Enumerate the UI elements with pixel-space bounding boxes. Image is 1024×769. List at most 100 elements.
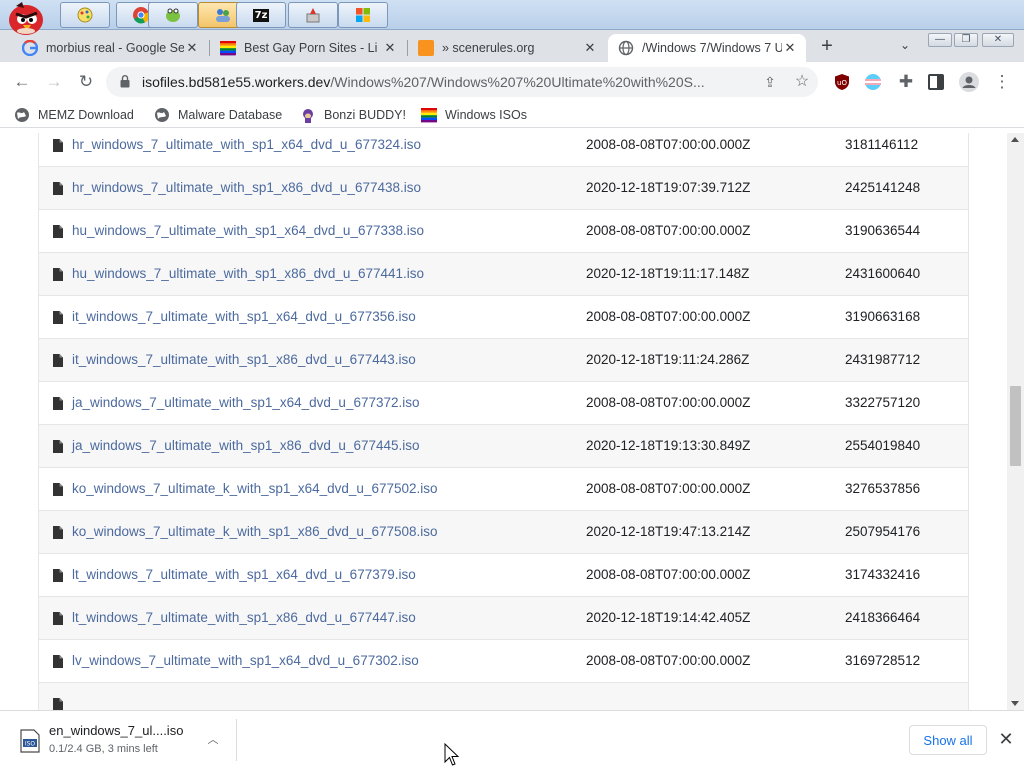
extensions-puzzle-icon[interactable]: ✚: [896, 72, 916, 92]
tab-scenerules[interactable]: » scenerules.org ✕: [408, 34, 606, 62]
lock-icon[interactable]: [120, 75, 130, 88]
file-icon: [53, 655, 63, 668]
people-icon: [216, 9, 230, 22]
profile-avatar-icon[interactable]: [959, 72, 979, 92]
iso-file-icon: ISO: [20, 729, 40, 753]
file-date: 2008-08-08T07:00:00.000Z: [586, 653, 751, 668]
taskbar-button-paint[interactable]: [60, 2, 110, 28]
scroll-thumb[interactable]: [1010, 386, 1021, 466]
file-date: 2020-12-18T19:11:24.286Z: [586, 352, 750, 367]
7zip-icon: 7z: [252, 8, 270, 22]
file-link[interactable]: ko_windows_7_ultimate_k_with_sp1_x64_dvd…: [72, 481, 438, 496]
file-link[interactable]: it_windows_7_ultimate_with_sp1_x64_dvd_u…: [72, 309, 416, 324]
scroll-down-arrow-icon[interactable]: [1011, 701, 1019, 706]
file-date: 2008-08-08T07:00:00.000Z: [586, 481, 751, 496]
tab-strip: morbius real - Google Search ✕ Best Gay …: [0, 30, 1024, 62]
ublock-icon[interactable]: uO: [833, 73, 851, 91]
download-item[interactable]: ISO en_windows_7_ul....iso 0.1/2.4 GB, 3…: [8, 717, 236, 763]
table-row: it_windows_7_ultimate_with_sp1_x86_dvd_u…: [39, 339, 968, 382]
file-icon: [53, 225, 63, 238]
table-row: lv_windows_7_ultimate_with_sp1_x64_dvd_u…: [39, 640, 968, 683]
tab-morbius[interactable]: morbius real - Google Search ✕: [12, 34, 208, 62]
bookmark-bonzi[interactable]: Bonzi BUDDY!: [300, 106, 406, 124]
taskbar-button-7zip[interactable]: 7z: [236, 2, 286, 28]
file-icon: [53, 354, 63, 367]
taskbar-button-cleaner[interactable]: [288, 2, 338, 28]
file-link[interactable]: lt_windows_7_ultimate_with_sp1_x86_dvd_u…: [72, 610, 416, 625]
file-link[interactable]: ja_windows_7_ultimate_with_sp1_x86_dvd_u…: [72, 438, 420, 453]
tab-close-icon[interactable]: ✕: [582, 40, 598, 56]
file-icon: [53, 268, 63, 281]
file-icon: [53, 440, 63, 453]
trans-flag-extension-icon[interactable]: [864, 73, 882, 91]
scroll-up-arrow-icon[interactable]: [1011, 137, 1019, 142]
table-row: lt_windows_7_ultimate_with_sp1_x64_dvd_u…: [39, 554, 968, 597]
taskbar-button-windows[interactable]: [338, 2, 388, 28]
bookmark-windows-isos[interactable]: Windows ISOs: [421, 106, 527, 124]
file-size: 2425141248: [845, 180, 921, 195]
file-size: 3276537856: [845, 481, 921, 496]
address-bar[interactable]: isofiles.bd581e55.workers.dev/Windows%20…: [106, 67, 818, 97]
file-size: 2431600640: [845, 266, 921, 281]
file-size: 3190636544: [845, 223, 921, 238]
menu-kebab-icon[interactable]: ⋮: [992, 72, 1012, 92]
taskbar-button-frog[interactable]: [148, 2, 198, 28]
file-link[interactable]: hu_windows_7_ultimate_with_sp1_x64_dvd_u…: [72, 223, 424, 238]
file-link[interactable]: hr_windows_7_ultimate_with_sp1_x86_dvd_u…: [72, 180, 421, 195]
reload-icon[interactable]: ↻: [76, 72, 96, 92]
file-date: 2008-08-08T07:00:00.000Z: [586, 567, 751, 582]
table-row: hr_windows_7_ultimate_with_sp1_x86_dvd_u…: [39, 167, 968, 210]
file-date: 2020-12-18T19:14:42.405Z: [586, 610, 751, 625]
share-icon[interactable]: ⇪: [760, 72, 780, 92]
minimize-button[interactable]: —: [928, 33, 952, 47]
tab-title: morbius real - Google Search: [46, 41, 184, 55]
tab-search-chevron-icon[interactable]: ⌄: [896, 38, 914, 56]
file-size: 3190663168: [845, 309, 921, 324]
download-filename: en_windows_7_ul....iso: [49, 723, 184, 738]
tab-windows7[interactable]: /Windows 7/Windows 7 Ultimate ✕: [608, 34, 806, 62]
show-all-button[interactable]: Show all: [909, 725, 987, 755]
forward-icon[interactable]: →: [44, 72, 64, 92]
tab-close-icon[interactable]: ✕: [782, 40, 798, 56]
file-size: 2507954176: [845, 524, 921, 539]
bookmark-memz[interactable]: MEMZ Download: [14, 106, 134, 124]
file-link[interactable]: lv_windows_7_ultimate_with_sp1_x64_dvd_u…: [72, 653, 419, 668]
chevron-up-icon[interactable]: ︿: [206, 731, 220, 746]
file-icon: [53, 311, 63, 324]
file-date: 2020-12-18T19:07:39.712Z: [586, 180, 751, 195]
close-window-button[interactable]: ✕: [982, 33, 1014, 47]
file-link[interactable]: ja_windows_7_ultimate_with_sp1_x64_dvd_u…: [72, 395, 420, 410]
new-tab-button[interactable]: +: [816, 36, 838, 58]
globe-icon: [155, 108, 169, 122]
bookmarks-bar: MEMZ Download Malware Database Bonzi BUD…: [0, 102, 1024, 128]
tab-best-sites[interactable]: Best Gay Porn Sites - Li ✕: [210, 34, 406, 62]
tab-close-icon[interactable]: ✕: [382, 40, 398, 56]
globe-icon: [15, 108, 29, 122]
file-size: 2554019840: [845, 438, 921, 453]
frog-icon: [166, 8, 180, 22]
tab-close-icon[interactable]: ✕: [184, 40, 200, 56]
url-text[interactable]: isofiles.bd581e55.workers.dev/Windows%20…: [142, 74, 752, 90]
vertical-scrollbar[interactable]: [1007, 133, 1024, 710]
taskbar: 7z: [0, 0, 1024, 35]
bookmark-star-icon[interactable]: ☆: [792, 72, 812, 92]
file-size: 3181146112: [845, 137, 919, 152]
bookmark-malware-db[interactable]: Malware Database: [154, 106, 282, 124]
angry-bird-icon[interactable]: [4, 0, 50, 36]
file-link[interactable]: hu_windows_7_ultimate_with_sp1_x86_dvd_u…: [72, 266, 424, 281]
table-row: hu_windows_7_ultimate_with_sp1_x86_dvd_u…: [39, 253, 968, 296]
file-icon: [53, 182, 63, 195]
file-link[interactable]: ko_windows_7_ultimate_k_with_sp1_x86_dvd…: [72, 524, 438, 539]
side-panel-icon[interactable]: [928, 74, 944, 90]
file-icon: [53, 397, 63, 410]
file-link[interactable]: lt_windows_7_ultimate_with_sp1_x64_dvd_u…: [72, 567, 416, 582]
file-date: 2008-08-08T07:00:00.000Z: [586, 137, 751, 152]
tab-title: /Windows 7/Windows 7 Ultimate: [642, 41, 782, 55]
back-icon[interactable]: ←: [12, 72, 32, 92]
restore-button[interactable]: ❐: [954, 33, 978, 47]
bookmark-label: Windows ISOs: [445, 108, 527, 122]
file-link[interactable]: it_windows_7_ultimate_with_sp1_x86_dvd_u…: [72, 352, 416, 367]
close-shelf-icon[interactable]: ✕: [996, 729, 1016, 749]
file-link[interactable]: hr_windows_7_ultimate_with_sp1_x64_dvd_u…: [72, 137, 421, 152]
download-shelf: ISO en_windows_7_ul....iso 0.1/2.4 GB, 3…: [0, 710, 1024, 768]
